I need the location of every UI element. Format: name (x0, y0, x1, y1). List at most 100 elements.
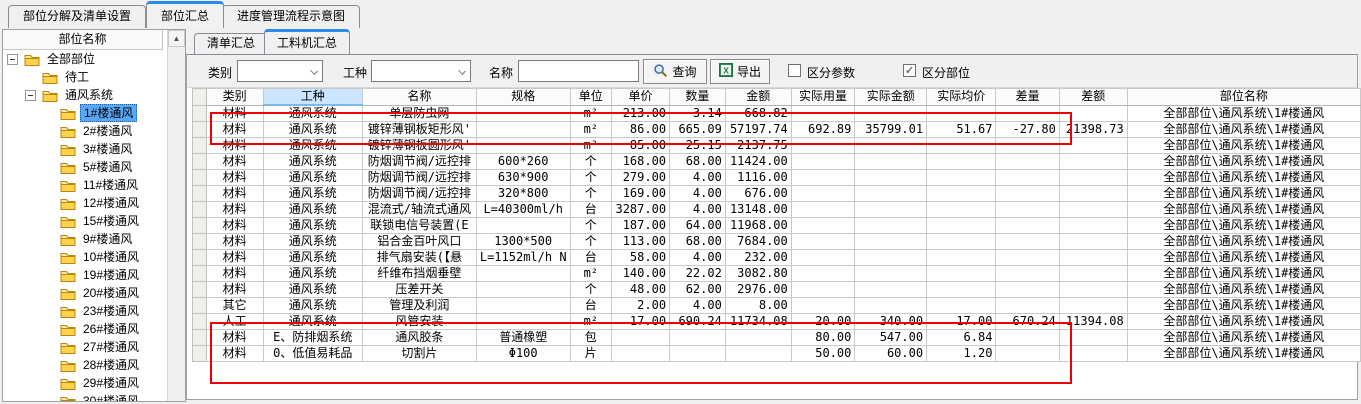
table-cell[interactable]: 86.00 (612, 122, 670, 138)
table-cell[interactable]: -27.80 (996, 122, 1059, 138)
table-cell[interactable] (1059, 250, 1127, 266)
table-cell[interactable]: 全部部位\通风系统\1#楼通风 (1127, 154, 1360, 170)
table-cell[interactable]: 普通橡塑 (476, 330, 570, 346)
table-cell[interactable] (996, 218, 1059, 234)
table-cell[interactable] (1059, 105, 1127, 122)
table-cell[interactable]: 17.00 (612, 314, 670, 330)
table-cell[interactable] (791, 298, 855, 314)
table-cell[interactable]: 通风系统 (263, 282, 362, 298)
table-cell[interactable] (996, 250, 1059, 266)
table-cell[interactable]: 60.00 (855, 346, 927, 362)
table-cell[interactable]: 665.09 (670, 122, 726, 138)
table-cell[interactable]: 全部部位\通风系统\1#楼通风 (1127, 202, 1360, 218)
table-cell[interactable]: m² (570, 266, 612, 282)
table-cell[interactable]: 个 (570, 234, 612, 250)
table-cell[interactable]: 切割片 (363, 346, 477, 362)
table-cell[interactable]: 68.00 (670, 234, 726, 250)
table-cell[interactable]: 混流式/轴流式通风 (363, 202, 477, 218)
table-cell[interactable]: 材料 (206, 250, 263, 266)
table-cell[interactable] (1059, 202, 1127, 218)
row-selector[interactable] (193, 186, 207, 202)
table-cell[interactable] (612, 330, 670, 346)
table-cell[interactable] (996, 266, 1059, 282)
table-cell[interactable]: 材料 (206, 234, 263, 250)
table-cell[interactable]: 纤维布挡烟垂壁 (363, 266, 477, 282)
table-cell[interactable] (1059, 266, 1127, 282)
table-cell[interactable]: 材料 (206, 186, 263, 202)
table-cell[interactable]: 通风系统 (263, 266, 362, 282)
tree-scrollbar[interactable]: ▲ (167, 30, 185, 401)
tree-item[interactable]: 1#楼通风 (3, 104, 165, 122)
table-cell[interactable] (1059, 170, 1127, 186)
table-cell[interactable] (996, 105, 1059, 122)
table-cell[interactable]: 材料 (206, 122, 263, 138)
table-cell[interactable]: 联锁电信号装置(E (363, 218, 477, 234)
table-cell[interactable]: Φ100 (476, 346, 570, 362)
column-header[interactable]: 金额 (725, 89, 791, 106)
tree-item[interactable]: 28#楼通风 (3, 356, 165, 374)
table-cell[interactable]: 通风系统 (263, 186, 362, 202)
table-cell[interactable]: 7684.00 (725, 234, 791, 250)
table-cell[interactable] (476, 298, 570, 314)
table-cell[interactable] (996, 298, 1059, 314)
column-header[interactable]: 差量 (996, 89, 1059, 106)
table-cell[interactable] (855, 234, 927, 250)
table-cell[interactable] (927, 154, 996, 170)
table-cell[interactable]: 3.14 (670, 105, 726, 122)
table-cell[interactable]: 全部部位\通风系统\1#楼通风 (1127, 105, 1360, 122)
table-cell[interactable] (1059, 138, 1127, 154)
table-cell[interactable]: 全部部位\通风系统\1#楼通风 (1127, 186, 1360, 202)
column-header[interactable]: 单位 (570, 89, 612, 106)
table-cell[interactable]: m² (570, 314, 612, 330)
table-cell[interactable]: 通风系统 (263, 122, 362, 138)
table-cell[interactable]: 168.00 (612, 154, 670, 170)
table-cell[interactable] (791, 250, 855, 266)
column-header[interactable]: 实际均价 (927, 89, 996, 106)
column-header[interactable]: 规格 (476, 89, 570, 106)
table-cell[interactable]: 材料 (206, 170, 263, 186)
export-button[interactable]: X 导出 (710, 59, 770, 84)
table-cell[interactable] (791, 266, 855, 282)
table-cell[interactable]: 113.00 (612, 234, 670, 250)
table-cell[interactable]: 57197.74 (725, 122, 791, 138)
table-cell[interactable]: m² (570, 122, 612, 138)
table-cell[interactable]: 213.00 (612, 105, 670, 122)
table-cell[interactable]: 22.02 (670, 266, 726, 282)
table-cell[interactable]: 4.00 (670, 170, 726, 186)
table-cell[interactable]: 85.00 (612, 138, 670, 154)
table-cell[interactable]: 全部部位\通风系统\1#楼通风 (1127, 314, 1360, 330)
table-cell[interactable]: 全部部位\通风系统\1#楼通风 (1127, 330, 1360, 346)
table-cell[interactable]: 单层防虫网 (363, 105, 477, 122)
table-cell[interactable] (996, 170, 1059, 186)
tree-item[interactable]: 待工 (3, 68, 165, 86)
row-selector[interactable] (193, 138, 207, 154)
table-cell[interactable] (855, 202, 927, 218)
table-cell[interactable]: 全部部位\通风系统\1#楼通风 (1127, 218, 1360, 234)
tree-item[interactable]: 29#楼通风 (3, 374, 165, 392)
table-cell[interactable]: 600*260 (476, 154, 570, 170)
table-cell[interactable]: 320*800 (476, 186, 570, 202)
table-cell[interactable]: 6.84 (927, 330, 996, 346)
column-header[interactable]: 工种 (263, 89, 362, 106)
table-cell[interactable]: 25.15 (670, 138, 726, 154)
table-cell[interactable]: 3287.00 (612, 202, 670, 218)
table-cell[interactable] (612, 346, 670, 362)
table-cell[interactable]: 通风系统 (263, 314, 362, 330)
table-cell[interactable]: 1.20 (927, 346, 996, 362)
table-cell[interactable]: 50.00 (791, 346, 855, 362)
table-cell[interactable] (855, 170, 927, 186)
table-cell[interactable] (927, 234, 996, 250)
table-cell[interactable]: 通风系统 (263, 298, 362, 314)
table-cell[interactable]: 通风系统 (263, 202, 362, 218)
worktype-select[interactable] (371, 60, 471, 82)
distinguish-parts-checkbox[interactable]: ✓ (903, 64, 916, 77)
table-cell[interactable]: 13148.00 (725, 202, 791, 218)
table-cell[interactable] (996, 138, 1059, 154)
tree-item[interactable]: 10#楼通风 (3, 248, 165, 266)
table-cell[interactable]: 169.00 (612, 186, 670, 202)
table-cell[interactable]: 4.00 (670, 202, 726, 218)
table-cell[interactable]: 全部部位\通风系统\1#楼通风 (1127, 282, 1360, 298)
table-cell[interactable]: 35799.01 (855, 122, 927, 138)
table-cell[interactable] (791, 105, 855, 122)
table-cell[interactable]: 11734.08 (725, 314, 791, 330)
